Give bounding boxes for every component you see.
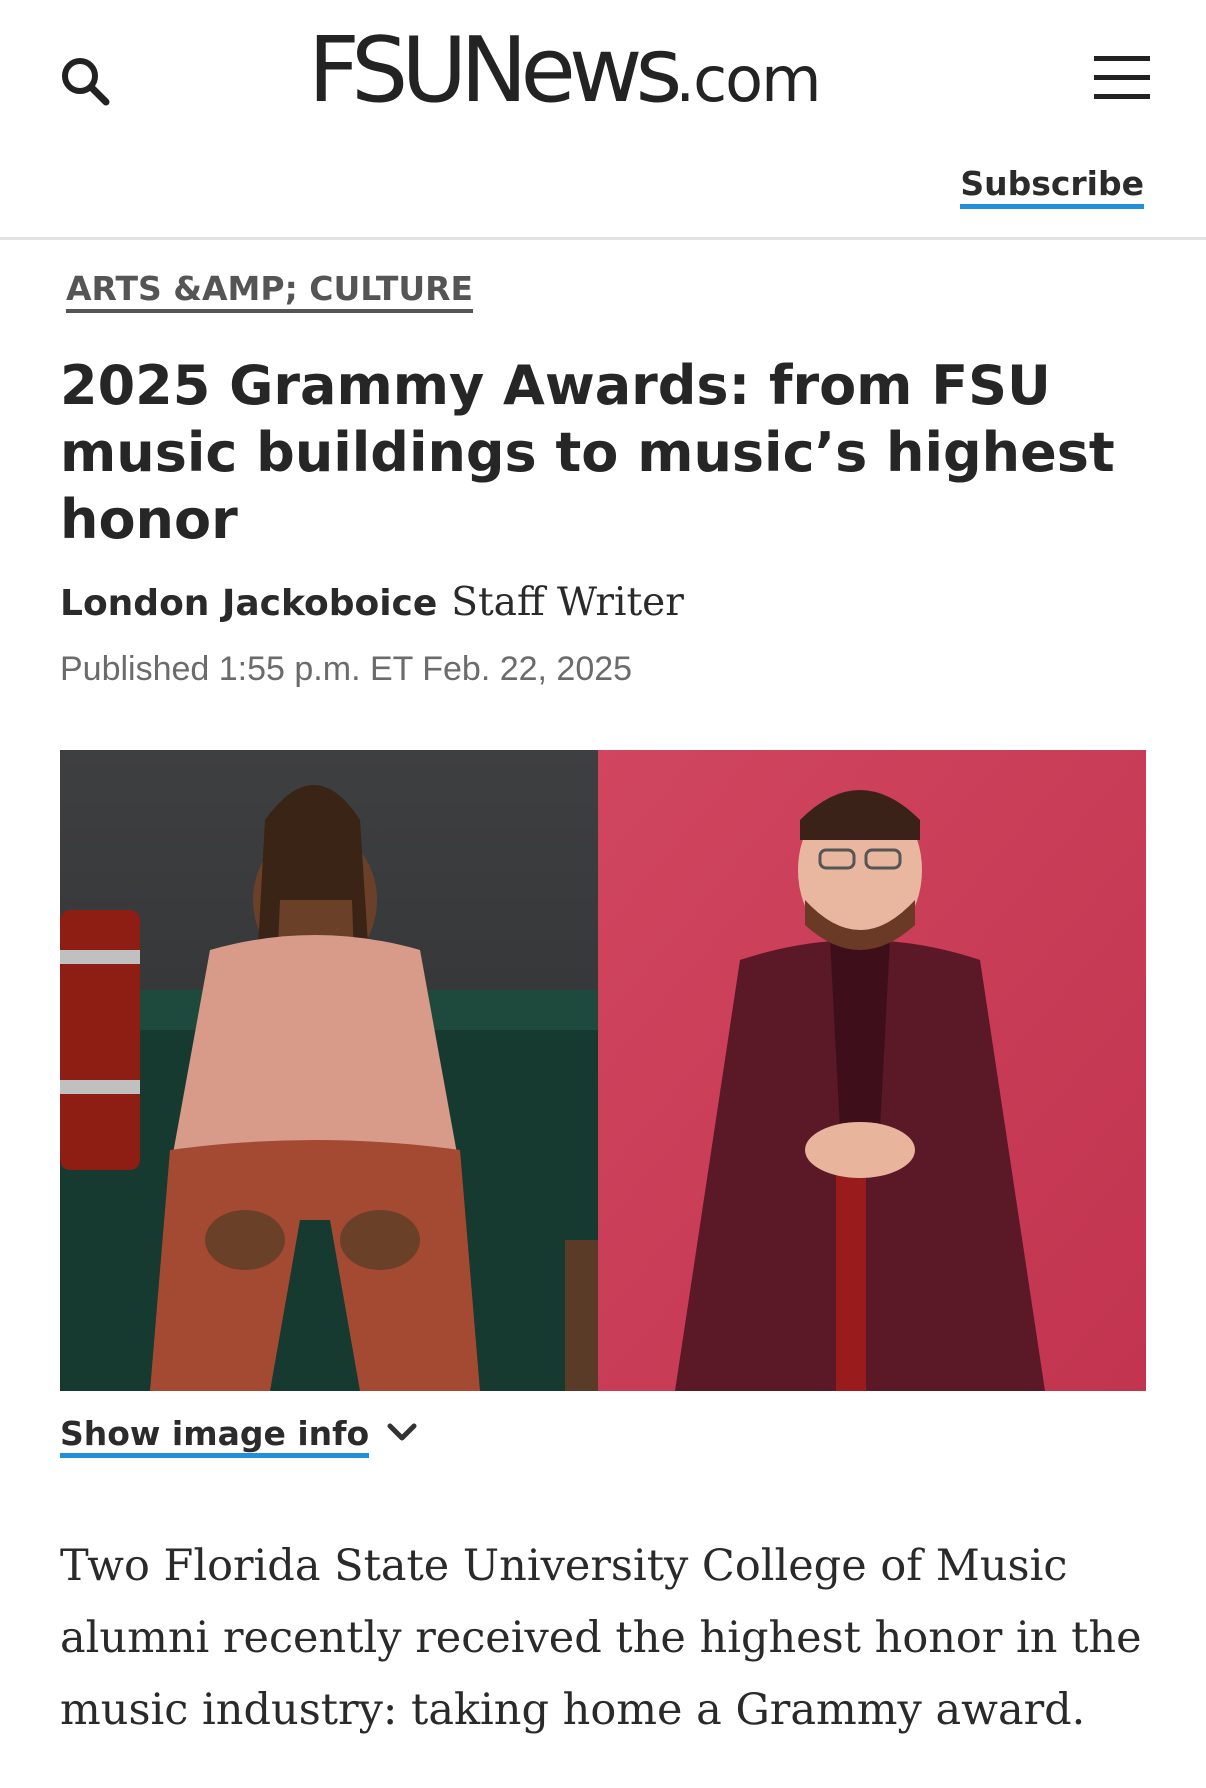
- publish-date: Published 1:55 p.m. ET Feb. 22, 2025: [60, 650, 633, 688]
- show-image-info-button[interactable]: Show image info: [60, 1415, 417, 1459]
- menu-button[interactable]: [1094, 54, 1150, 100]
- author-role: Staff Writer: [451, 580, 684, 625]
- byline: London Jackoboice Staff Writer: [60, 578, 684, 635]
- logo-tld-text: .com: [675, 43, 821, 116]
- subscribe-link[interactable]: Subscribe: [960, 165, 1144, 210]
- site-logo[interactable]: FSUNews .com: [308, 26, 908, 136]
- search-icon: [62, 58, 110, 106]
- article-photo-image: [60, 750, 1146, 1391]
- show-image-info-label: Show image info: [60, 1415, 370, 1459]
- category-link[interactable]: ARTS &AMP; CULTURE: [66, 270, 474, 313]
- logo-main-text: FSUNews: [308, 18, 682, 123]
- author-name[interactable]: London Jackoboice: [60, 583, 437, 624]
- article-headline: 2025 Grammy Awards: from FSU music build…: [60, 354, 1115, 551]
- site-header: FSUNews .com Subscribe: [0, 0, 1206, 240]
- article-lede: Two Florida State University College of …: [60, 1541, 1142, 1735]
- hamburger-menu-icon: [1094, 56, 1150, 61]
- chevron-down-icon: [387, 1423, 417, 1441]
- search-button[interactable]: [56, 52, 116, 112]
- article-photo[interactable]: [60, 750, 1146, 1391]
